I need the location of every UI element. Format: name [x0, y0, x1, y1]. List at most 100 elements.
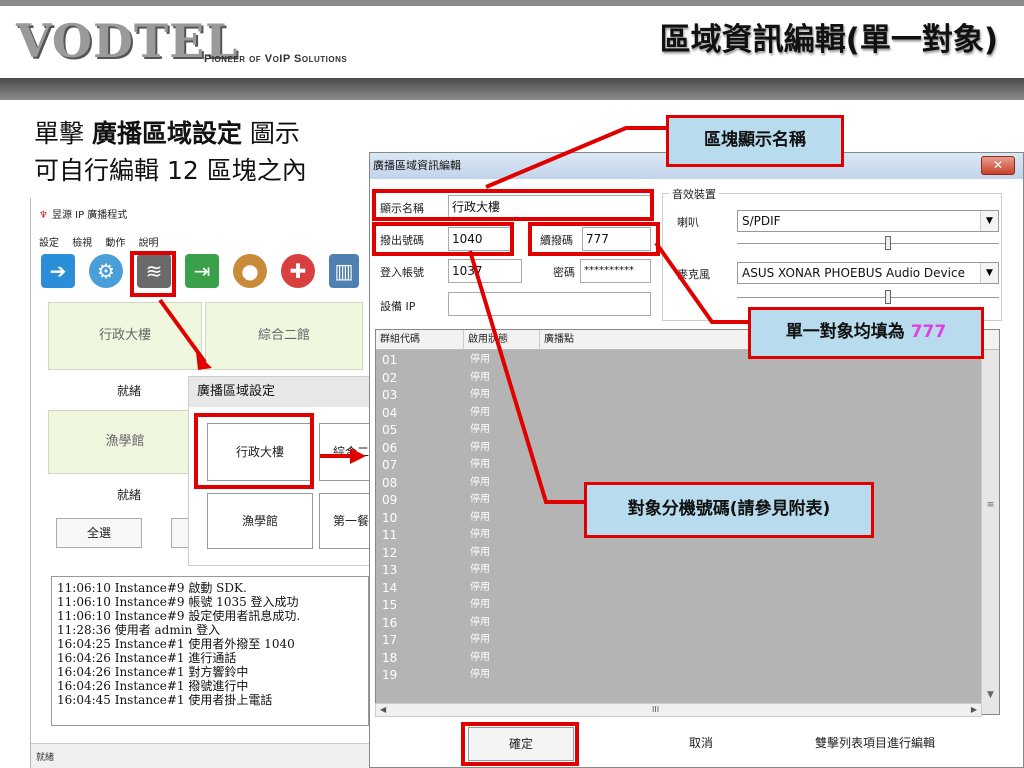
table-row[interactable]: 18 停用 — [376, 650, 999, 666]
intro-line-1: 單擊 廣播區域設定 圖示 — [34, 119, 300, 148]
zone-button-fishery[interactable]: 漁學館 — [48, 410, 202, 474]
table-row[interactable]: 06 停用 — [376, 440, 999, 456]
table-row[interactable]: 03 停用 — [376, 387, 999, 403]
highlight-dial-out — [372, 222, 514, 256]
log-line: 16:04:25 Instance#1 使用者外撥至 1040 — [57, 637, 295, 651]
row-status: 停用 — [470, 441, 490, 453]
row-status: 停用 — [470, 651, 490, 663]
header-top-line — [0, 0, 1024, 6]
row-group-code: 13 — [382, 563, 398, 577]
table-row[interactable]: 16 停用 — [376, 615, 999, 631]
row-group-code: 14 — [382, 580, 398, 595]
pin-icon[interactable]: ✚ — [281, 254, 315, 288]
row-status: 停用 — [470, 476, 490, 488]
chevron-down-icon[interactable]: ▼ — [980, 263, 998, 283]
slide-header: VODTEL Pioneer of VoIP Solutions 區域資訊編輯(… — [0, 0, 1024, 78]
row-status: 停用 — [470, 406, 490, 418]
table-row[interactable]: 07 停用 — [376, 457, 999, 473]
table-row[interactable]: 19 停用 — [376, 667, 999, 683]
intro-emphasis: 廣播區域設定 — [91, 119, 242, 148]
zone-status-1: 就緒 — [117, 384, 142, 398]
event-log: 11:06:10 Instance#9 啟動 SDK. 11:06:10 Ins… — [51, 576, 369, 726]
row-status: 停用 — [470, 371, 490, 383]
log-line: 16:04:26 Instance#1 撥號進行中 — [57, 679, 249, 693]
speaker-label: 喇叭 — [677, 216, 699, 229]
log-line: 11:06:10 Instance#9 啟動 SDK. — [57, 581, 247, 595]
col-group-code[interactable]: 群組代碼 — [376, 330, 464, 350]
table-row[interactable]: 04 停用 — [376, 405, 999, 421]
row-status: 停用 — [470, 511, 490, 523]
cancel-button[interactable]: 取消 — [660, 727, 742, 761]
chevron-down-icon[interactable]: ▼ — [980, 211, 998, 231]
status-bar: 就緒 — [31, 743, 371, 768]
menu-help[interactable]: 說明 — [139, 238, 159, 249]
speaker-select[interactable]: S/PDIF ▼ — [737, 210, 999, 232]
row-group-code: 04 — [382, 405, 398, 420]
zone-status-2: 就緒 — [117, 488, 142, 502]
table-row[interactable]: 12 停用 — [376, 545, 999, 561]
row-status: 停用 — [470, 599, 490, 610]
highlight-zone-icon — [130, 251, 176, 297]
row-status: 停用 — [470, 581, 490, 593]
row-status: 停用 — [470, 494, 490, 505]
login-input[interactable]: 1037 — [448, 259, 522, 283]
table-row[interactable]: 13 停用 — [376, 562, 999, 578]
row-group-code: 10 — [382, 510, 398, 525]
mic-volume-slider[interactable] — [737, 290, 999, 304]
row-group-code: 12 — [382, 545, 398, 560]
audio-group-legend: 音效裝置 — [669, 186, 719, 202]
row-status: 停用 — [470, 354, 490, 365]
highlight-ok-button — [461, 722, 579, 766]
exit-icon[interactable]: ➔ — [41, 254, 75, 288]
popup-zone-canteen[interactable]: 第一餐 — [319, 493, 371, 549]
app-icon: ♆ — [39, 210, 48, 221]
menu-view[interactable]: 檢視 — [72, 238, 92, 249]
mic-select[interactable]: ASUS XONAR PHOEBUS Audio Device ▼ — [737, 262, 999, 284]
menu-action[interactable]: 動作 — [105, 238, 125, 249]
table-row[interactable]: 17 停用 — [376, 632, 999, 648]
callout-single-target: 單一對象均填為 777 — [748, 307, 984, 359]
log-line: 16:04:26 Instance#1 進行通話 — [57, 651, 237, 665]
log-line: 16:04:26 Instance#1 對方響鈴中 — [57, 665, 249, 679]
row-status: 停用 — [470, 459, 490, 470]
grid-vertical-scrollbar[interactable]: ≡ ▼ — [981, 350, 999, 714]
select-all-button[interactable]: 全選 — [56, 518, 142, 548]
book-icon[interactable]: ▥ — [329, 254, 359, 288]
popup-zone-hall2[interactable]: 綜合二 — [319, 423, 371, 481]
program-menu-bar: 設定 檢視 動作 說明 — [39, 234, 169, 249]
menu-settings[interactable]: 設定 — [39, 238, 59, 249]
close-icon[interactable]: ✕ — [981, 156, 1015, 175]
popup-zone-fishery[interactable]: 漁學館 — [207, 493, 313, 549]
password-label: 密碼 — [553, 266, 575, 279]
mic-label: 麥克風 — [677, 268, 710, 281]
row-group-code: 19 — [382, 668, 398, 682]
row-group-code: 03 — [382, 388, 398, 402]
table-row[interactable]: 14 停用 — [376, 580, 999, 596]
intro-line-2: 可自行編輯 12 區塊之內 — [34, 156, 307, 185]
table-row[interactable]: 15 停用 — [376, 597, 999, 613]
settings-gear-icon[interactable]: ⚙ — [89, 254, 123, 288]
row-group-code: 15 — [382, 598, 398, 612]
audio-device-group: 音效裝置 喇叭 S/PDIF ▼ 麥克風 ASUS XONAR PHOEBUS A… — [662, 186, 1002, 321]
zone-button-hall2[interactable]: 綜合二館 — [205, 302, 363, 370]
row-status: 停用 — [470, 424, 490, 435]
row-group-code: 05 — [382, 423, 398, 437]
row-group-code: 09 — [382, 493, 398, 507]
slide-title: 區域資訊編輯(單一對象) — [659, 22, 998, 58]
password-input[interactable]: ********** — [580, 259, 651, 283]
table-row[interactable]: 05 停用 — [376, 422, 999, 438]
table-row[interactable]: 02 停用 — [376, 370, 999, 386]
row-status: 停用 — [470, 616, 490, 628]
header-band — [0, 78, 1024, 100]
grid-horizontal-scrollbar[interactable]: ◀ III ▶ — [375, 703, 982, 717]
col-status[interactable]: 啟用狀態 — [464, 330, 540, 350]
row-group-code: 18 — [382, 650, 398, 665]
transfer-icon[interactable]: ⇥ — [185, 254, 219, 288]
row-status: 停用 — [470, 669, 490, 680]
user-icon[interactable]: ● — [233, 254, 267, 288]
row-group-code: 06 — [382, 440, 398, 455]
device-ip-input[interactable] — [448, 292, 651, 316]
zone-button-admin[interactable]: 行政大樓 — [48, 302, 202, 370]
speaker-volume-slider[interactable] — [737, 236, 999, 250]
popup-title: 廣播區域設定 — [189, 377, 371, 407]
